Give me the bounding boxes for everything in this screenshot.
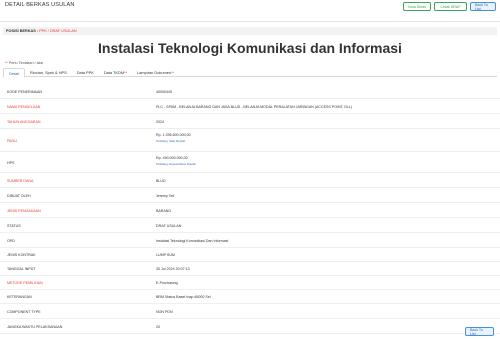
- tab-label: Rincian, Spek & HPS: [29, 70, 67, 75]
- detail-label: OPD: [7, 239, 15, 243]
- detail-value: Rp. 490.000.000,00: [156, 156, 188, 160]
- detail-label: METODE PEMILIHAN: [7, 281, 43, 285]
- page-title: DETAIL BERKAS USULAN: [5, 2, 75, 8]
- detail-label: KODE PENERIMAAN: [7, 90, 42, 94]
- detail-row: TAHUN ANGGARAN 2024: [0, 114, 500, 129]
- detail-row: SUMBER DANA BLUD: [0, 173, 500, 188]
- detail-row: COMPONENT TYPE NON PDN: [0, 304, 500, 319]
- detail-row: PAGU Rp. 1.395.600.000,00 Terbilang: Satu …: [0, 129, 500, 152]
- detail-subtext: Terbilang: Satu Rupiah: [156, 139, 186, 143]
- detail-value: 2024: [156, 120, 164, 124]
- detail-row: OPD Instalasi Teknologi Komunikasi Dan In…: [0, 233, 500, 248]
- detail-value: Instalasi Teknologi Komunikasi Dan Infor…: [156, 239, 229, 243]
- breadcrumb-path: PPK / DRAF USULAN: [39, 29, 77, 33]
- back-to-list-bottom-button[interactable]: Back To List: [465, 327, 494, 336]
- detail-label: JENIS KONTRAK: [7, 253, 36, 257]
- detail-row: KETERANGAN BRM Status Baset Inap #5000 Se…: [0, 290, 500, 304]
- detail-label: SUMBER DANA: [7, 179, 34, 183]
- detail-value: 20: [156, 325, 160, 329]
- tab-data-tkdm[interactable]: Data TKDM **: [99, 68, 132, 77]
- main-heading: Instalasi Teknologi Komunikasi dan Infor…: [98, 40, 402, 56]
- nota-dinas-button[interactable]: Nota Dinas: [403, 2, 431, 11]
- tab-required-star: **: [124, 70, 128, 75]
- detail-row: JENIS PENGADAAN BARANG: [0, 203, 500, 218]
- tab-data-ppk[interactable]: Data PPK: [72, 68, 99, 77]
- tab-label: Lampiran Dokumen: [137, 70, 172, 75]
- detail-value: BLUD: [156, 179, 166, 183]
- detail-value: E-Purchasing: [156, 281, 178, 285]
- detail-row: KODE PENERIMAAN 40000445: [0, 84, 500, 99]
- tab-label: Data TKDM: [103, 70, 125, 75]
- detail-value: PLC - SPAM - BELANJA BARANG DAN JASA BLU…: [156, 105, 353, 109]
- tab-detail[interactable]: Detail: [3, 68, 25, 78]
- required-star: **: [5, 61, 8, 65]
- detail-label: JENIS PENGADAAN: [7, 209, 41, 213]
- breadcrumb-label: POSISI BERKAS :: [6, 29, 39, 33]
- detail-value: BARANG: [156, 209, 172, 213]
- detail-row: HPS Rp. 490.000.000,00 Terbilang: Empat Ra…: [0, 152, 500, 173]
- detail-label: COMPONENT TYPE: [7, 310, 41, 314]
- detail-row: STATUS DRAF USULAN: [0, 218, 500, 233]
- detail-value: DRAF USULAN: [156, 224, 182, 228]
- detail-label: HPS: [7, 161, 15, 165]
- detail-label: DIBUAT OLEH: [7, 194, 31, 198]
- detail-value: NON PDN: [156, 310, 173, 314]
- detail-value: BRM Status Baset Inap #5000 Sel: [156, 295, 211, 299]
- tab-rincian[interactable]: Rincian, Spek & HPS: [25, 68, 72, 77]
- detail-value: LUMP SUM: [156, 253, 175, 257]
- cetak-drap-button[interactable]: Cetak DRAP: [434, 2, 467, 11]
- tab-label: Data PPK: [76, 70, 94, 75]
- detail-label: KETERANGAN: [7, 295, 32, 299]
- tab-label: Detail: [9, 70, 19, 76]
- detail-row: DIBUAT OLEH Jeremy Teti: [0, 188, 500, 203]
- top-actions: Nota Dinas Cetak DRAP Back To List: [403, 2, 496, 11]
- detail-label: PAGU: [7, 139, 17, 143]
- detail-row: TANGGAL INPUT 30 Jul 2024 20:07:13: [0, 262, 500, 276]
- detail-row: JENIS KONTRAK LUMP SUM: [0, 248, 500, 262]
- detail-label: NAMA PENGELUAN: [7, 105, 41, 109]
- detail-label: TANGGAL INPUT: [7, 267, 36, 271]
- detail-subtext: Terbilang: Empat Ratus Rupiah: [156, 162, 197, 166]
- detail-label: STATUS: [7, 224, 21, 228]
- detail-row: JANGKA WAKTU PELAKSANAAN 20: [0, 319, 500, 334]
- detail-label: TAHUN ANGGARAN: [7, 120, 41, 124]
- tab-lampiran[interactable]: Lampiran Dokumen **: [132, 68, 179, 77]
- detail-value: Rp. 1.395.600.000,00: [156, 133, 191, 137]
- back-to-list-button[interactable]: Back To List: [470, 2, 496, 11]
- tab-required-star: **: [171, 70, 175, 75]
- detail-value: 40000445: [156, 90, 172, 94]
- detail-row: NAMA PENGELUAN PLC - SPAM - BELANJA BARAN…: [0, 99, 500, 114]
- detail-value: Jeremy Teti: [156, 194, 175, 198]
- required-note-text: Perlu Tindakan / aksi: [8, 61, 44, 65]
- breadcrumb: POSISI BERKAS : PPK / DRAF USULAN: [3, 27, 497, 35]
- detail-row: METODE PEMILIHAN E-Purchasing: [0, 276, 500, 290]
- header-divider: [0, 21, 500, 22]
- detail-value: 30 Jul 2024 20:07:13: [156, 267, 190, 271]
- required-note: ** Perlu Tindakan / aksi: [5, 61, 43, 65]
- tab-bar: Detail Rincian, Spek & HPS Data PPK Data…: [3, 68, 497, 78]
- detail-label: JANGKA WAKTU PELAKSANAAN: [7, 325, 63, 329]
